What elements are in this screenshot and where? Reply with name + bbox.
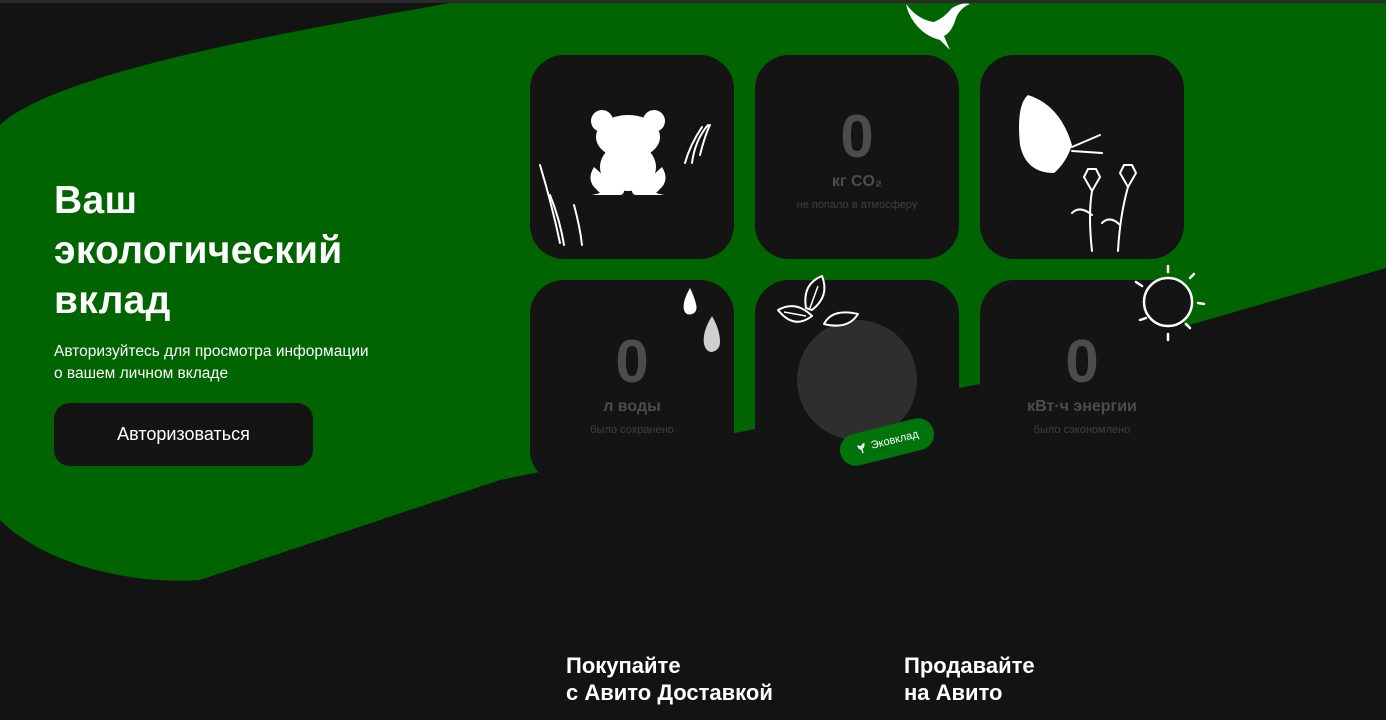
card-co2: 0 кг CO₂ не попало в атмосферу [755,55,959,259]
energy-metric: 0 кВт·ч энергии было сэкономлено [980,332,1184,437]
water-description: было сохранено [590,424,674,436]
co2-description: не попало в атмосферу [796,199,918,211]
hero-section: Ваш экологический вклад Авторизуйтесь дл… [54,176,414,466]
promo-sell[interactable]: Продавайте на Авито [904,652,1035,706]
page-title: Ваш экологический вклад [54,179,343,322]
butterfly-icon [1019,95,1138,252]
sun-icon [1134,264,1206,342]
card-butterfly [980,55,1184,259]
co2-metric: 0 кг CO₂ не попало в атмосферу [755,103,959,212]
promo-delivery[interactable]: Покупайте с Авито Доставкой [566,652,773,706]
co2-value: 0 [840,103,874,170]
energy-description: было сэкономлено [1033,424,1131,436]
water-unit: л воды [603,398,661,415]
frog-icon [539,110,711,246]
card-frog [530,55,734,259]
hero-subtitle: Авторизуйтесь для просмотра информации о… [54,343,369,382]
bird-icon [906,3,970,50]
login-button[interactable]: Авторизоваться [54,403,313,466]
water-drop-icon [683,288,720,352]
flower-icon [1071,164,1138,252]
leaf-icon [856,442,865,454]
leaves-icon [777,275,859,327]
co2-unit: кг CO₂ [831,173,883,190]
eco-badge-label: Эковклад [869,428,920,452]
energy-unit: кВт·ч энергии [1027,398,1137,415]
